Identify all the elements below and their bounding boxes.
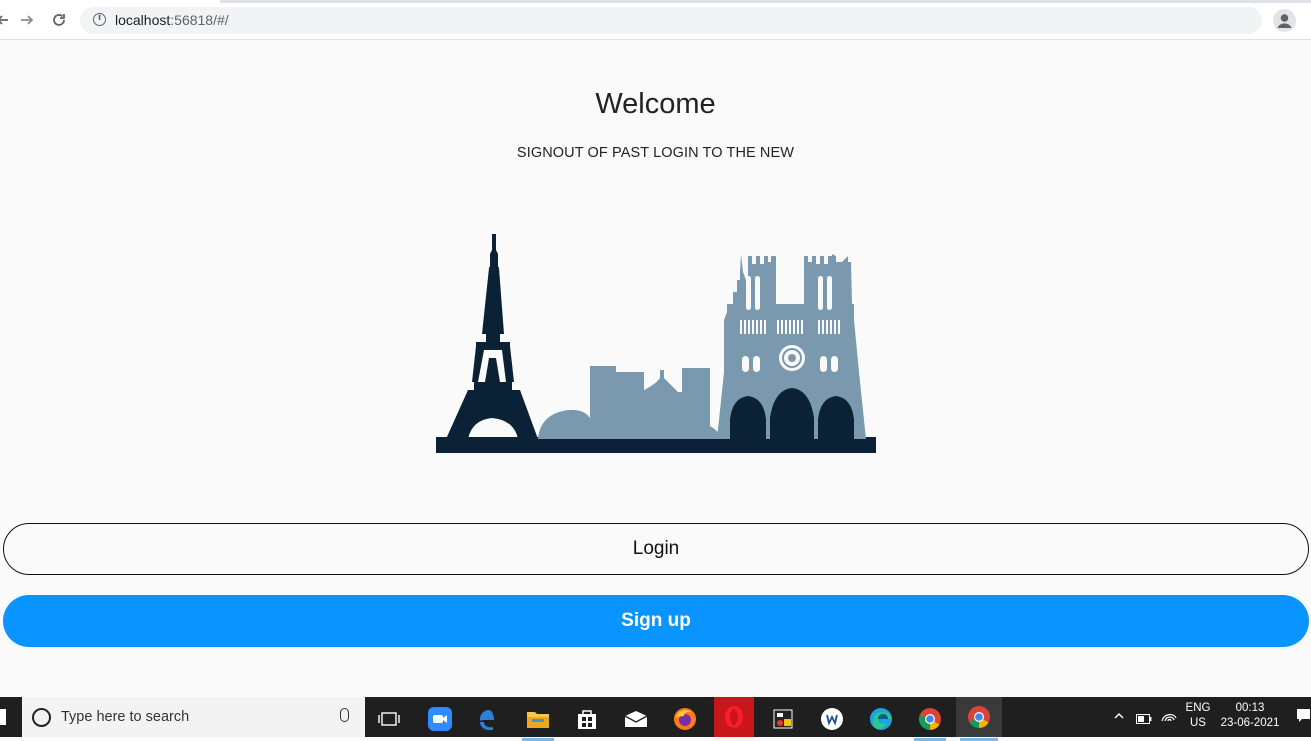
edge-legacy-icon[interactable] (469, 701, 509, 737)
mail-icon[interactable] (616, 701, 656, 737)
clock-date: 23-06-2021 (1220, 717, 1280, 729)
language-code: ENG (1185, 702, 1211, 714)
zoom-icon[interactable] (420, 701, 460, 737)
info-icon[interactable] (93, 13, 106, 26)
language-indicator[interactable]: ENG US (1183, 702, 1213, 729)
language-region: US (1190, 717, 1206, 729)
profile-avatar-icon[interactable] (1273, 9, 1296, 32)
reload-icon[interactable] (48, 9, 70, 31)
tab-strip (220, 0, 1311, 3)
taskbar-search-box[interactable]: Type here to search (22, 697, 365, 737)
file-explorer-icon[interactable] (518, 701, 558, 741)
clock[interactable]: 00:13 23-06-2021 (1216, 702, 1284, 729)
word-app-icon[interactable] (812, 701, 852, 737)
page-subtitle: SIGNOUT OF PAST LOGIN TO THE NEW (516, 145, 795, 161)
clock-time: 00:13 (1235, 702, 1265, 714)
cortana-icon[interactable] (32, 708, 51, 727)
battery-icon[interactable] (1136, 711, 1152, 729)
url-path: :56818/#/ (170, 12, 229, 28)
start-button-icon[interactable] (0, 709, 6, 725)
store-icon[interactable] (567, 701, 607, 737)
back-arrow-icon[interactable] (0, 9, 14, 31)
chrome-active-icon[interactable] (956, 697, 1002, 741)
url-host: localhost (115, 12, 171, 28)
url-text[interactable]: localhost:56818/#/ (115, 12, 229, 28)
address-bar[interactable]: localhost:56818/#/ (80, 7, 1262, 34)
paris-skyline-illustration (434, 232, 878, 456)
microphone-icon[interactable] (340, 708, 349, 722)
tray-chevron-icon[interactable] (1113, 709, 1125, 727)
login-button[interactable]: Login (3, 523, 1309, 575)
search-placeholder: Type here to search (61, 709, 190, 725)
forward-arrow-icon[interactable] (16, 9, 38, 31)
wifi-icon[interactable] (1161, 709, 1177, 728)
firefox-icon[interactable] (665, 701, 705, 737)
chrome-icon[interactable] (910, 701, 950, 741)
browser-toolbar: localhost:56818/#/ (0, 0, 1311, 40)
opera-icon[interactable] (714, 697, 754, 737)
signup-button[interactable]: Sign up (3, 595, 1309, 647)
app-icon[interactable] (763, 701, 803, 737)
edge-icon[interactable] (861, 701, 901, 737)
page-title: Welcome (595, 88, 716, 120)
notification-icon[interactable] (1296, 708, 1311, 729)
windows-taskbar: Type here to search ENG US 00:13 23-06-2… (0, 697, 1311, 741)
task-view-icon[interactable] (369, 701, 409, 737)
